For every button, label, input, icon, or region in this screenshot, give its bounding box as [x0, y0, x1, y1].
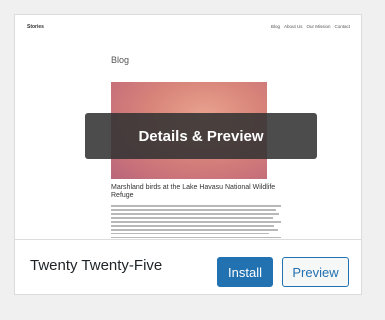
theme-card[interactable]: Stories Blog About Us Our Mission Contac… [14, 14, 362, 295]
site-nav-item-mission: Our Mission [306, 24, 331, 29]
text-line [111, 232, 270, 235]
text-line [111, 228, 278, 231]
theme-screenshot[interactable]: Stories Blog About Us Our Mission Contac… [15, 15, 361, 239]
details-preview-button[interactable]: Details & Preview [85, 113, 317, 159]
text-line [111, 224, 275, 227]
site-title: Stories [27, 24, 44, 30]
theme-name: Twenty Twenty-Five [30, 257, 163, 274]
install-button[interactable]: Install [217, 257, 273, 287]
site-nav-item-blog: Blog [270, 24, 280, 29]
preview-post-title: Marshland birds at the Lake Havasu Natio… [111, 184, 276, 199]
site-nav: Blog About Us Our Mission Contact [271, 24, 350, 29]
text-line [111, 220, 281, 223]
text-line [111, 212, 280, 215]
text-line [111, 216, 273, 219]
text-line [111, 205, 281, 207]
site-nav-item-about: About Us [283, 24, 303, 29]
text-line [111, 208, 276, 211]
preview-button[interactable]: Preview [282, 257, 349, 287]
preview-page-heading: Blog [111, 55, 130, 65]
theme-card-footer: Twenty Twenty-Five Install Preview [15, 239, 361, 294]
site-nav-item-contact: Contact [334, 24, 350, 29]
preview-post-body [111, 205, 281, 239]
